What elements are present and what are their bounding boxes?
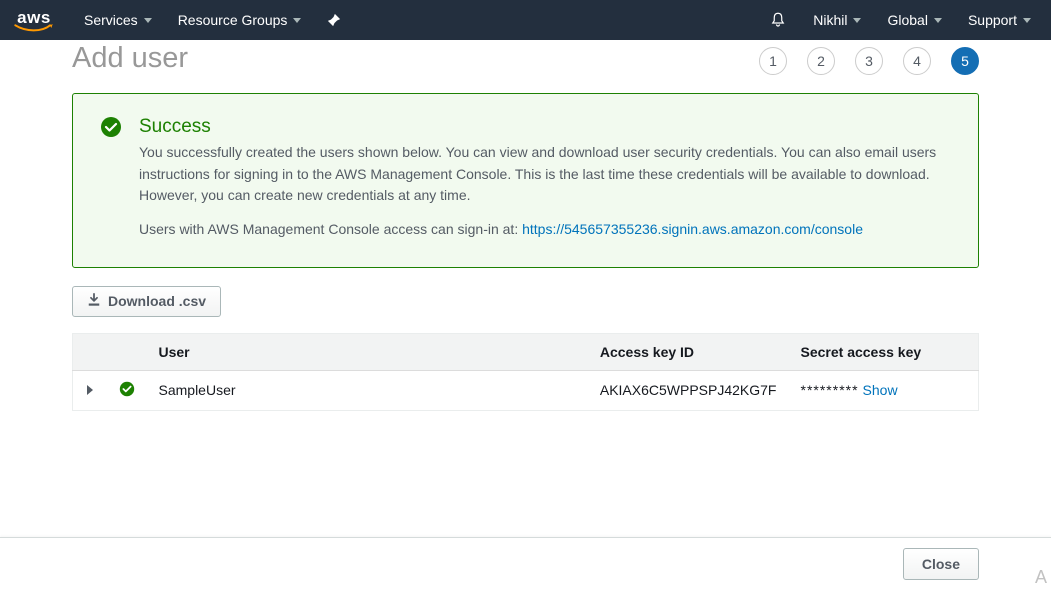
table-row: SampleUser AKIAX6C5WPPSPJ42KG7F ********… <box>73 370 979 410</box>
wizard-step-3[interactable]: 3 <box>855 47 883 75</box>
download-csv-button[interactable]: Download .csv <box>72 286 221 317</box>
show-secret-link[interactable]: Show <box>863 382 898 398</box>
expand-row-icon[interactable] <box>87 385 93 395</box>
success-body-1: You successfully created the users shown… <box>139 142 950 207</box>
chevron-down-icon <box>934 18 942 23</box>
nav-user-label: Nikhil <box>813 12 847 28</box>
wizard-step-2[interactable]: 2 <box>807 47 835 75</box>
cell-username: SampleUser <box>147 370 588 410</box>
page-title: Add user <box>72 42 188 75</box>
nav-resource-groups[interactable]: Resource Groups <box>172 0 308 40</box>
header-row: Add user 12345 <box>72 40 979 93</box>
col-header-access-key: Access key ID <box>588 333 789 370</box>
col-header-status <box>107 333 147 370</box>
col-header-secret: Secret access key <box>789 333 979 370</box>
users-table: User Access key ID Secret access key Sam… <box>72 333 979 411</box>
success-alert: Success You successfully created the use… <box>72 93 979 268</box>
row-success-icon <box>119 384 135 400</box>
col-header-user: User <box>147 333 588 370</box>
nav-services-label: Services <box>84 12 138 28</box>
main-content: Add user 12345 Success You successfully … <box>0 40 1051 411</box>
aws-smile-icon <box>14 24 54 32</box>
nav-services[interactable]: Services <box>78 0 158 40</box>
cell-access-key: AKIAX6C5WPPSPJ42KG7F <box>588 370 789 410</box>
corner-glyph: A <box>1035 567 1047 588</box>
wizard-step-5[interactable]: 5 <box>951 47 979 75</box>
download-csv-label: Download .csv <box>108 293 206 309</box>
cell-secret: *********Show <box>789 370 979 410</box>
chevron-down-icon <box>293 18 301 23</box>
download-row: Download .csv <box>72 286 979 317</box>
pin-icon[interactable] <box>321 0 347 40</box>
chevron-down-icon <box>144 18 152 23</box>
wizard-step-4[interactable]: 4 <box>903 47 931 75</box>
nav-region-label: Global <box>887 12 927 28</box>
success-body-2: Users with AWS Management Console access… <box>139 219 950 241</box>
wizard-steps: 12345 <box>759 47 979 75</box>
success-check-icon <box>101 117 121 137</box>
nav-user[interactable]: Nikhil <box>807 0 867 40</box>
nav-region[interactable]: Global <box>881 0 947 40</box>
success-title: Success <box>139 116 950 138</box>
nav-support-label: Support <box>968 12 1017 28</box>
chevron-down-icon <box>853 18 861 23</box>
nav-support[interactable]: Support <box>962 0 1037 40</box>
wizard-step-1[interactable]: 1 <box>759 47 787 75</box>
notifications-icon[interactable] <box>763 0 793 40</box>
download-icon <box>87 293 101 310</box>
chevron-down-icon <box>1023 18 1031 23</box>
signin-prefix: Users with AWS Management Console access… <box>139 221 522 237</box>
nav-resource-groups-label: Resource Groups <box>178 12 288 28</box>
top-nav: aws Services Resource Groups Nikhil Glob… <box>0 0 1051 40</box>
footer-bar: Close <box>0 537 1051 590</box>
close-button[interactable]: Close <box>903 548 979 580</box>
col-header-expand <box>73 333 107 370</box>
signin-link[interactable]: https://545657355236.signin.aws.amazon.c… <box>522 221 863 237</box>
aws-logo[interactable]: aws <box>14 9 54 32</box>
secret-masked: ********* <box>801 382 859 398</box>
